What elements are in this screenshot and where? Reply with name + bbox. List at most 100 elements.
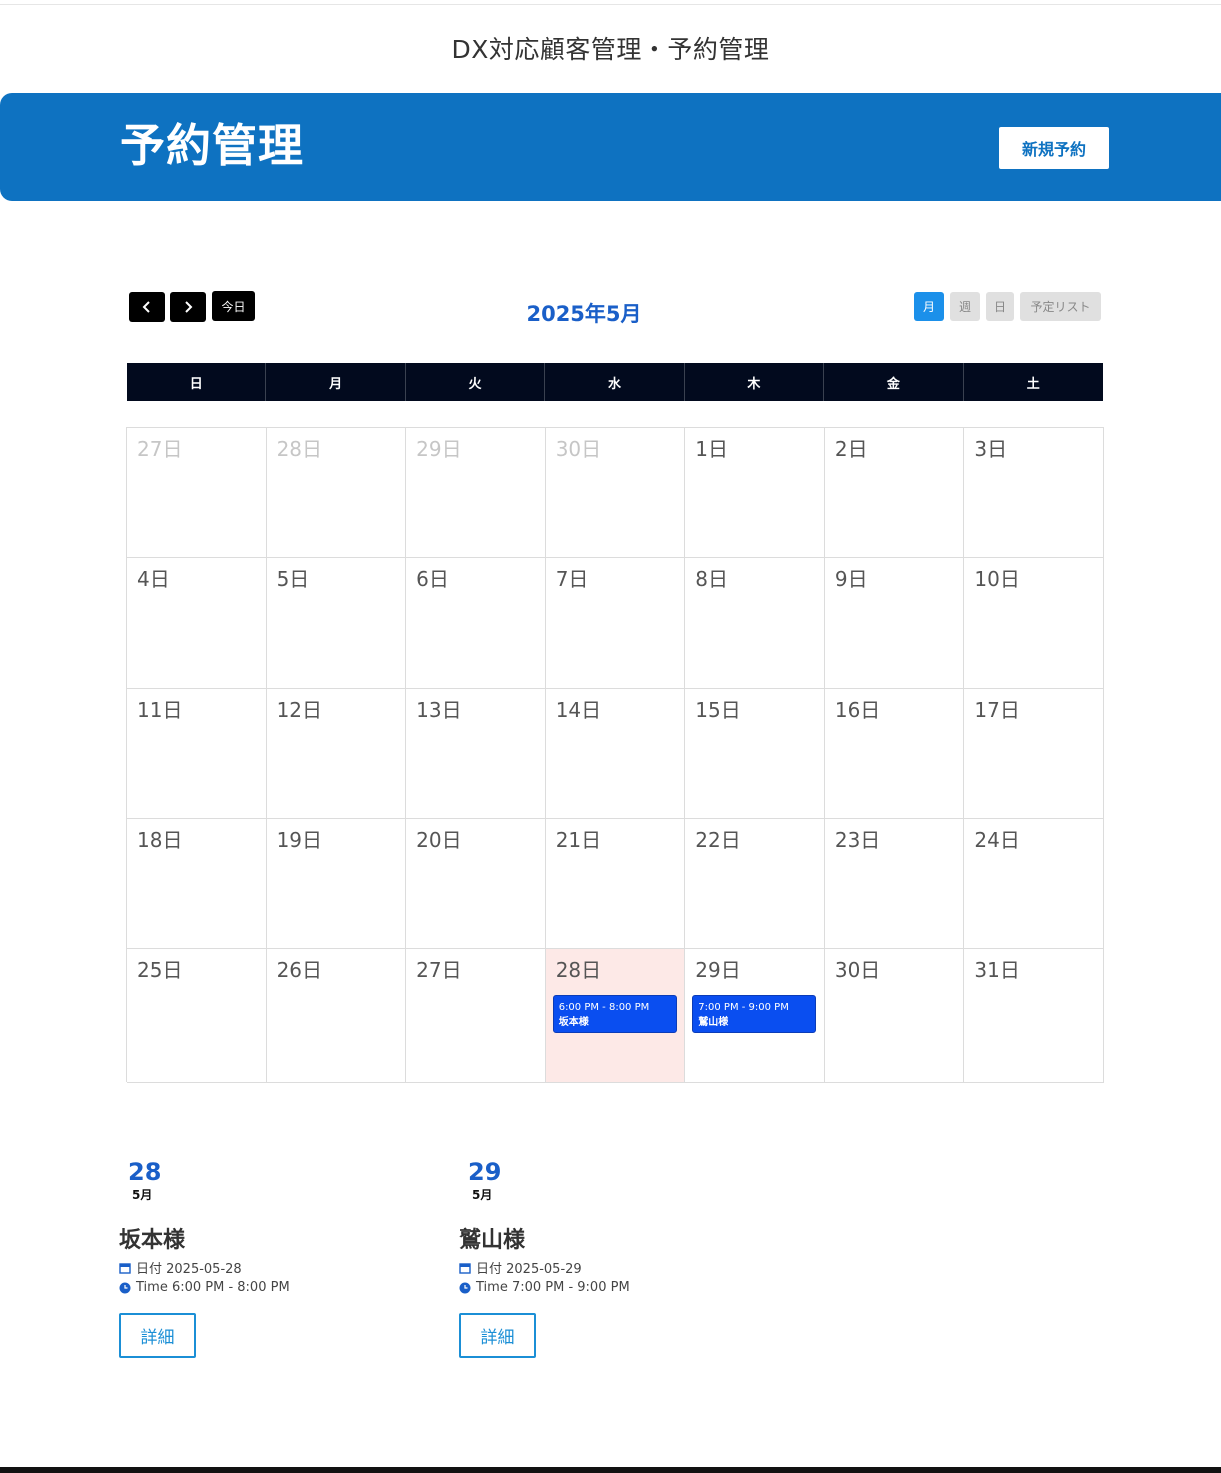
weekday-header: 日 月 火 水 木 金 土 [127, 363, 1103, 401]
day-number: 17日 [974, 698, 1020, 722]
day-cell[interactable]: 6日 [406, 558, 546, 689]
card-time-row: Time 7:00 PM - 9:00 PM [459, 1280, 630, 1295]
calendar-title: 2025年5月 [526, 302, 642, 326]
day-cell[interactable]: 23日 [824, 819, 965, 949]
day-cell[interactable]: 21日 [545, 819, 686, 949]
day-cell[interactable]: 10日 [964, 558, 1104, 689]
day-cell[interactable]: 28日 [266, 428, 407, 558]
day-number: 27日 [137, 437, 183, 461]
day-cell[interactable]: 30日 [824, 949, 965, 1083]
day-number: 18日 [137, 828, 183, 852]
card-time: Time 7:00 PM - 9:00 PM [476, 1280, 630, 1295]
day-cell[interactable]: 4日 [127, 558, 267, 689]
day-number: 28日 [555, 958, 602, 982]
new-reservation-button[interactable]: 新規予約 [999, 127, 1109, 169]
day-cell[interactable]: 31日 [964, 949, 1104, 1083]
day-cell[interactable]: 9日 [824, 558, 965, 689]
day-cell[interactable]: 27日 [406, 949, 546, 1083]
view-list-button[interactable]: 予定リスト [1020, 292, 1101, 321]
clock-icon [119, 1282, 131, 1293]
day-cell[interactable]: 25日 [127, 949, 267, 1083]
day-cell[interactable]: 7日 [545, 558, 686, 689]
day-number: 30日 [834, 958, 881, 982]
day-number: 30日 [555, 437, 602, 461]
card-date-row: 日付 2025-05-28 [119, 1258, 242, 1277]
day-number: 5日 [276, 567, 310, 591]
day-cell[interactable]: 27日 [127, 428, 267, 558]
day-cell[interactable]: 3日 [964, 428, 1104, 558]
day-cell[interactable]: 30日 [545, 428, 686, 558]
top-divider [0, 4, 1221, 5]
calendar-event[interactable]: 7:00 PM - 9:00 PM 鷲山様 [692, 995, 817, 1033]
day-number: 27日 [416, 958, 462, 982]
day-number: 10日 [974, 567, 1020, 591]
day-number: 3日 [974, 437, 1008, 461]
day-number: 29日 [695, 958, 741, 982]
day-number: 14日 [555, 698, 602, 722]
day-cell[interactable]: 22日 [685, 819, 825, 949]
calendar-event[interactable]: 6:00 PM - 8:00 PM 坂本様 [552, 995, 677, 1033]
day-number: 7日 [555, 567, 589, 591]
day-cell-today[interactable]: 28日 6:00 PM - 8:00 PM 坂本様 [545, 949, 686, 1083]
day-cell[interactable]: 1日 [685, 428, 825, 558]
card-month: 5月 [472, 1188, 493, 1202]
card-day: 29 [468, 1158, 502, 1186]
card-date: 日付 2025-05-28 [136, 1262, 242, 1277]
day-cell[interactable]: 17日 [964, 689, 1104, 819]
day-cell[interactable]: 26日 [266, 949, 407, 1083]
day-number: 9日 [834, 567, 868, 591]
weekday-tue: 火 [406, 363, 546, 401]
card-date: 日付 2025-05-29 [476, 1262, 582, 1277]
view-month-button[interactable]: 月 [914, 292, 944, 321]
day-cell[interactable]: 2日 [824, 428, 965, 558]
card-time: Time 6:00 PM - 8:00 PM [136, 1280, 290, 1295]
day-number: 4日 [137, 567, 170, 591]
site-title: DX対応顧客管理・予約管理 [451, 35, 770, 64]
detail-button[interactable]: 詳細 [119, 1313, 196, 1358]
page-title: 予約管理 [120, 119, 305, 172]
detail-button[interactable]: 詳細 [459, 1313, 536, 1358]
day-cell[interactable]: 29日 [406, 428, 546, 558]
day-cell[interactable]: 20日 [406, 819, 546, 949]
day-number: 21日 [555, 828, 602, 852]
day-cell[interactable]: 13日 [406, 689, 546, 819]
day-cell[interactable]: 5日 [266, 558, 407, 689]
view-week-button[interactable]: 週 [950, 292, 980, 321]
day-cell[interactable]: 18日 [127, 819, 267, 949]
day-cell[interactable]: 24日 [964, 819, 1104, 949]
card-customer-name: 鷲山様 [459, 1228, 526, 1253]
day-cell[interactable]: 14日 [545, 689, 686, 819]
prev-month-button[interactable] [129, 292, 165, 322]
chevron-right-icon [185, 301, 193, 313]
day-number: 13日 [416, 698, 462, 722]
day-cell[interactable]: 8日 [685, 558, 825, 689]
day-number: 1日 [695, 437, 729, 461]
card-time-row: Time 6:00 PM - 8:00 PM [119, 1280, 290, 1295]
day-number: 20日 [416, 828, 462, 852]
weekday-wed: 水 [545, 363, 685, 401]
day-number: 11日 [137, 698, 183, 722]
card-month: 5月 [132, 1188, 153, 1202]
calendar-icon [459, 1262, 471, 1274]
day-number: 8日 [695, 567, 729, 591]
footer-bar [0, 1467, 1221, 1473]
day-cell[interactable]: 11日 [127, 689, 267, 819]
view-day-button[interactable]: 日 [986, 292, 1014, 321]
day-number: 15日 [695, 698, 741, 722]
day-cell[interactable]: 19日 [266, 819, 407, 949]
weekday-thu: 木 [685, 363, 825, 401]
next-month-button[interactable] [170, 292, 206, 322]
day-cell[interactable]: 29日 7:00 PM - 9:00 PM 鷲山様 [685, 949, 825, 1083]
day-cell[interactable]: 16日 [824, 689, 965, 819]
day-cell[interactable]: 15日 [685, 689, 825, 819]
today-button[interactable]: 今日 [212, 291, 255, 321]
calendar-icon [119, 1262, 131, 1274]
day-number: 26日 [276, 958, 323, 982]
chevron-left-icon [142, 301, 150, 313]
weekday-sat: 土 [1026, 376, 1040, 392]
day-number: 23日 [834, 828, 881, 852]
day-cell[interactable]: 12日 [266, 689, 407, 819]
page-header-banner: 予約管理 新規予約 [0, 93, 1221, 201]
event-name: 鷲山様 [698, 1017, 729, 1028]
clock-icon [459, 1282, 471, 1293]
